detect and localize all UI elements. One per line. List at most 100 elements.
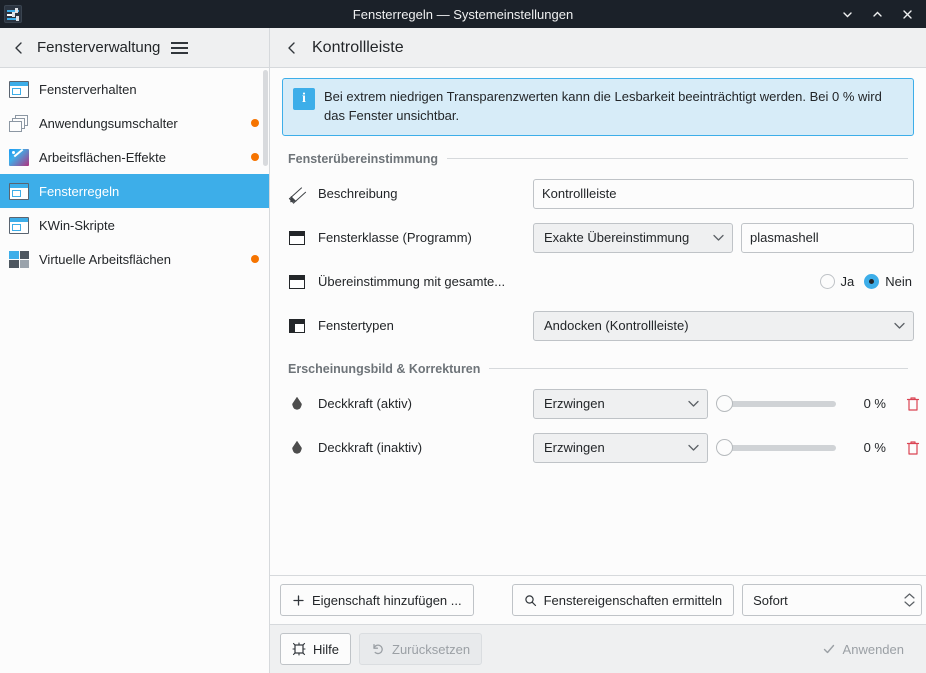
sidebar: Fensterverhalten Anwendungsumschalter Ar…	[0, 68, 270, 673]
row-deckkraft-aktiv: Deckkraft (aktiv) Erzwingen 0 %	[282, 386, 920, 422]
chevron-down-icon[interactable]	[904, 601, 915, 607]
row-gesamte-uebereinstimmung: Übereinstimmung mit gesamte... Ja Nein	[282, 264, 914, 300]
window-script-icon	[8, 214, 30, 236]
add-property-label: Eigenschaft hinzufügen ...	[312, 592, 462, 608]
info-icon: i	[293, 88, 315, 110]
hamburger-menu-icon[interactable]	[165, 34, 193, 62]
combobox-value: Andocken (Kontrollleiste)	[544, 318, 689, 334]
section-title: Fensterübereinstimmung	[288, 151, 439, 166]
close-button[interactable]	[892, 0, 922, 28]
help-icon	[292, 642, 306, 656]
section-title: Erscheinungsbild & Korrekturen	[288, 361, 481, 376]
plus-icon	[293, 594, 304, 606]
help-button[interactable]: Hilfe	[280, 633, 352, 665]
window-rules-icon	[8, 180, 30, 202]
apply-button[interactable]: Anwenden	[810, 633, 916, 665]
window-body: Fensterverhalten Anwendungsumschalter Ar…	[0, 68, 926, 673]
radio-indicator	[864, 274, 880, 290]
apply-label: Anwenden	[842, 641, 904, 657]
deckkraft-aktiv-percent: 0 %	[863, 396, 886, 412]
row-label: Deckkraft (inaktiv)	[318, 440, 423, 456]
effects-wand-icon	[8, 146, 30, 168]
deckkraft-inaktiv-slider[interactable]	[716, 438, 836, 458]
radio-nein[interactable]: Nein	[864, 274, 912, 290]
row-fenstertypen: Fenstertypen Andocken (Kontrollleiste)	[282, 308, 914, 344]
sidebar-item-fensterverhalten[interactable]: Fensterverhalten	[0, 72, 269, 106]
detect-delay-value: Sofort	[753, 592, 788, 608]
slider-track	[722, 444, 836, 451]
settings-form: i Bei extrem niedrigen Transparenzwerten…	[270, 68, 926, 575]
combobox-value: Erzwingen	[544, 440, 605, 456]
sidebar-title: Fensterverwaltung	[37, 39, 161, 56]
sidebar-scrollbar[interactable]	[263, 70, 268, 166]
trash-icon[interactable]	[904, 439, 922, 457]
header-bar: Fensterverwaltung Kontrollleiste	[0, 28, 926, 68]
window-titlebar-icon	[288, 317, 306, 335]
content-back-icon[interactable]	[278, 34, 306, 62]
minimize-button[interactable]	[832, 0, 862, 28]
beschreibung-input[interactable]	[533, 178, 914, 209]
detect-delay-spinbox[interactable]: Sofort	[742, 584, 923, 616]
content-pane: i Bei extrem niedrigen Transparenzwerten…	[270, 68, 926, 673]
reset-button[interactable]: Zurücksetzen	[359, 633, 483, 665]
sliders-icon	[4, 5, 22, 23]
chevron-down-icon	[713, 235, 724, 241]
chevron-down-icon	[894, 323, 905, 329]
sidebar-back-icon[interactable]	[5, 34, 33, 62]
section-divider	[489, 368, 908, 370]
window-icon	[8, 78, 30, 100]
info-banner-text: Bei extrem niedrigen Transparenzwerten k…	[324, 89, 882, 123]
sidebar-item-anwendungsumschalter[interactable]: Anwendungsumschalter	[0, 106, 269, 140]
deckkraft-aktiv-combobox[interactable]: Erzwingen	[533, 388, 708, 419]
window-controls	[832, 0, 926, 28]
window-title: Fensterregeln — Systemeinstellungen	[352, 6, 574, 22]
sidebar-item-fensterregeln[interactable]: Fensterregeln	[0, 174, 269, 208]
chevron-down-icon	[688, 401, 699, 407]
fensterklasse-input[interactable]	[741, 222, 914, 253]
chevron-up-icon[interactable]	[904, 593, 915, 599]
add-property-button[interactable]: Eigenschaft hinzufügen ...	[280, 584, 474, 616]
row-label: Fenstertypen	[318, 318, 394, 334]
info-banner: i Bei extrem niedrigen Transparenzwerten…	[282, 78, 914, 136]
spinner-arrows[interactable]	[904, 593, 915, 607]
radio-label: Nein	[885, 274, 912, 290]
deckkraft-inaktiv-combobox[interactable]: Erzwingen	[533, 432, 708, 463]
row-label: Beschreibung	[318, 186, 398, 202]
sidebar-item-kwin-skripte[interactable]: KWin-Skripte	[0, 208, 269, 242]
content-header: Kontrollleiste	[270, 28, 926, 67]
section-divider	[447, 158, 908, 160]
pencil-icon	[288, 185, 306, 203]
slider-handle[interactable]	[716, 439, 733, 457]
combobox-value: Erzwingen	[544, 396, 605, 412]
sidebar-item-virtuelle-arbeitsflaechen[interactable]: Virtuelle Arbeitsflächen	[0, 242, 269, 276]
deckkraft-inaktiv-percent: 0 %	[863, 440, 886, 456]
window-stack-icon	[8, 112, 30, 134]
sidebar-item-label: Virtuelle Arbeitsflächen	[39, 251, 172, 267]
search-icon	[524, 594, 536, 606]
radio-ja[interactable]: Ja	[819, 274, 855, 290]
sidebar-item-label: Fensterverhalten	[39, 81, 137, 97]
radio-indicator	[819, 274, 835, 290]
sidebar-item-label: Anwendungsumschalter	[39, 115, 178, 131]
section-header-appearance: Erscheinungsbild & Korrekturen	[288, 362, 914, 376]
deckkraft-aktiv-slider[interactable]	[716, 394, 836, 414]
detect-properties-button[interactable]: Fenstereigenschaften ermitteln	[511, 584, 735, 616]
opacity-drop-icon	[288, 395, 306, 413]
maximize-button[interactable]	[862, 0, 892, 28]
fensterklasse-match-combobox[interactable]: Exakte Übereinstimmung	[533, 222, 733, 253]
titlebar: Fensterregeln — Systemeinstellungen	[0, 0, 926, 28]
sidebar-item-arbeitsflaechen-effekte[interactable]: Arbeitsflächen-Effekte	[0, 140, 269, 174]
slider-track	[722, 400, 836, 407]
slider-handle[interactable]	[716, 395, 733, 413]
modified-indicator-dot	[251, 119, 259, 127]
detect-properties-label: Fenstereigenschaften ermitteln	[543, 592, 723, 608]
section-header-window-matching: Fensterübereinstimmung	[288, 152, 914, 166]
sidebar-item-label: Fensterregeln	[39, 183, 120, 199]
trash-icon[interactable]	[904, 395, 922, 413]
action-bar: Eigenschaft hinzufügen ... Fenstereigens…	[270, 575, 926, 624]
row-label: Fensterklasse (Programm)	[318, 230, 472, 246]
fenstertypen-combobox[interactable]: Andocken (Kontrollleiste)	[533, 310, 914, 341]
help-label: Hilfe	[313, 641, 340, 657]
row-deckkraft-inaktiv: Deckkraft (inaktiv) Erzwingen 0 %	[282, 430, 920, 466]
radio-label: Ja	[840, 274, 855, 290]
